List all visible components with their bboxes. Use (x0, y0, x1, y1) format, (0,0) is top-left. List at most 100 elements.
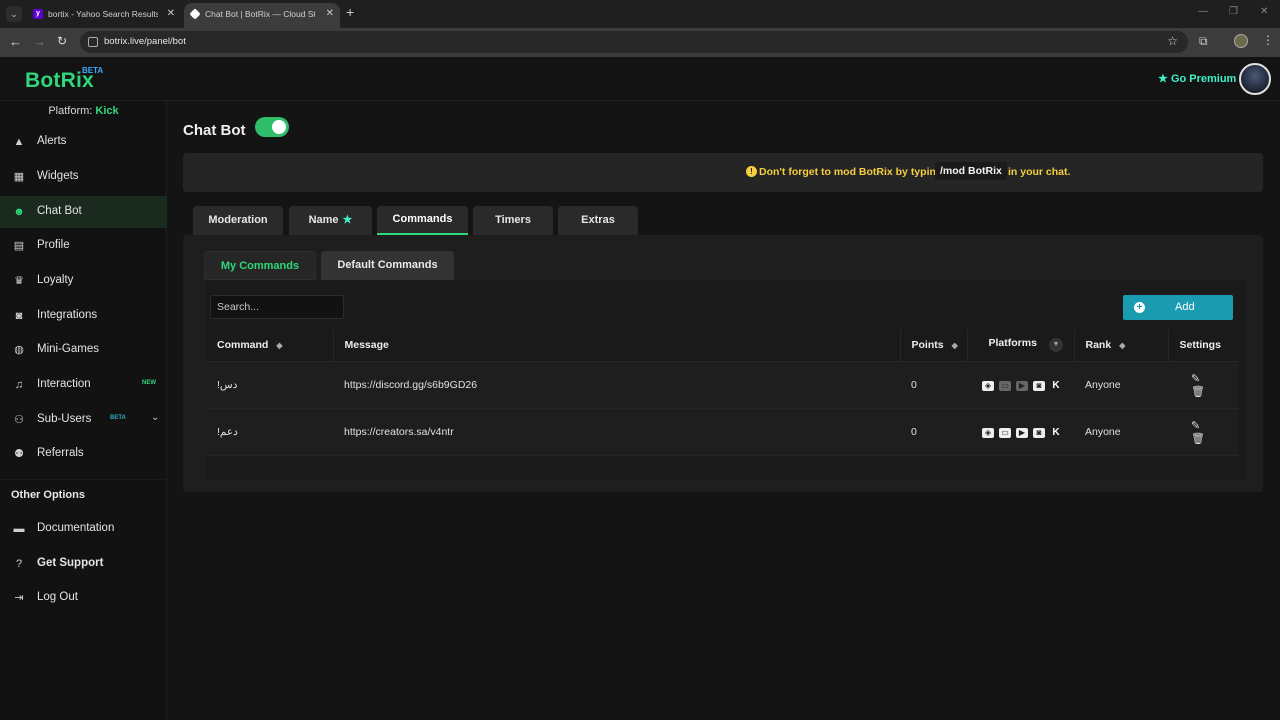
close-tab-icon[interactable]: ✕ (326, 3, 334, 25)
widgets-icon: ▦ (13, 171, 25, 183)
sort-icon[interactable]: ◆ (276, 341, 282, 350)
commands-table-container: + Add Command ◆ Message Points ◆ Platforms… (206, 280, 1246, 480)
add-label: Add (1175, 301, 1195, 313)
sidebar-item-alerts[interactable]: ▲ Alerts (0, 126, 167, 158)
platform-value[interactable]: Kick (95, 105, 118, 117)
plus-circle-icon: + (1134, 302, 1145, 313)
trash-icon[interactable]: 🗑 (1191, 432, 1205, 445)
close-tab-icon[interactable]: ✕ (167, 3, 175, 25)
tab-search-menu-icon[interactable]: ⌄ (6, 6, 22, 22)
commands-table: Command ◆ Message Points ◆ Platforms ▼ Rank… (206, 329, 1239, 456)
forward-icon[interactable]: → (33, 34, 46, 49)
user-group-icon: ⚉ (14, 448, 24, 460)
sidebar-item-chat-bot[interactable]: ☻ Chat Bot (0, 196, 167, 228)
subtab-default-commands[interactable]: Default Commands (321, 251, 454, 280)
chevron-down-icon[interactable]: ⌄ (151, 412, 159, 423)
tab-moderation[interactable]: Moderation (193, 206, 283, 235)
sidebar-item-mini-games[interactable]: ◍ Mini-Games (0, 334, 167, 366)
botrix-platform-icon[interactable]: ◈ (982, 380, 994, 391)
notice-text: Don't forget to mod BotRix by typing (759, 166, 943, 178)
message-cell: https://discord.gg/s6b9GD26 (333, 361, 900, 409)
tab-commands[interactable]: Commands (377, 206, 468, 235)
sidebar-item-documentation[interactable]: ▬ Documentation (0, 513, 167, 545)
column-label: Platforms (988, 337, 1037, 350)
bookmark-star-icon[interactable]: ☆ (1167, 34, 1178, 48)
browser-toolbar: ← → ↻ botrix.live/panel/bot ☆ (0, 28, 1280, 57)
discord-icon[interactable]: ◙ (1033, 380, 1045, 391)
table-row: !دعم https://creators.sa/v4ntr 0 ◈ ▭ ▶ ◙ K A… (206, 408, 1239, 456)
tab-label: Moderation (208, 214, 268, 226)
sidebar-item-integrations[interactable]: ◙ Integrations (0, 300, 167, 332)
kick-icon[interactable]: K (1050, 427, 1062, 438)
close-window-icon[interactable]: ✕ (1260, 6, 1268, 17)
go-premium-button[interactable]: ★ Go Premium (1158, 72, 1236, 85)
add-command-button[interactable]: + Add (1123, 295, 1233, 320)
exclamation-icon: ! (746, 166, 757, 177)
mod-reminder-notice: ! Don't forget to mod BotRix by typing /… (183, 153, 1263, 192)
toggle-knob (272, 120, 286, 134)
sidebar-item-loyalty[interactable]: ♛ Loyalty (0, 265, 167, 297)
twitch-icon[interactable]: ▭ (999, 427, 1011, 438)
tab-label: Name (308, 214, 339, 226)
column-header-points[interactable]: Points ◆ (899, 329, 967, 362)
trash-icon[interactable]: 🗑 (1191, 385, 1205, 398)
address-bar[interactable]: botrix.live/panel/bot ☆ (80, 31, 1188, 53)
sidebar-item-profile[interactable]: ▤ Profile (0, 230, 167, 262)
column-label: Settings (1179, 338, 1221, 351)
reload-icon[interactable]: ↻ (57, 34, 67, 48)
tab-label: Timers (495, 214, 531, 226)
sidebar-item-label: Profile (37, 239, 70, 251)
browser-tab-botrix[interactable]: Chat Bot | BotRix — Cloud Strea ✕ (184, 3, 340, 28)
youtube-icon[interactable]: ▶ (1016, 427, 1028, 438)
restore-icon[interactable]: ❐ (1229, 6, 1238, 17)
youtube-icon[interactable]: ▶ (1016, 380, 1028, 391)
browser-profile-avatar[interactable] (1234, 34, 1248, 48)
points-cell: 0 (900, 361, 967, 409)
edit-icon[interactable]: ✎ (1191, 372, 1200, 385)
star-icon: ★ (1158, 73, 1168, 85)
chat-bot-enable-toggle[interactable] (255, 117, 289, 137)
minimize-icon[interactable]: — (1198, 6, 1208, 17)
tab-extras[interactable]: Extras (558, 206, 638, 235)
edit-icon[interactable]: ✎ (1191, 419, 1200, 432)
tab-timers[interactable]: Timers (473, 206, 553, 235)
column-header-rank[interactable]: Rank ◆ (1073, 329, 1168, 362)
logout-icon: ⇥ (14, 592, 24, 604)
app-header: BotRix BETA ★ Go Premium (0, 57, 1280, 101)
sort-icon[interactable]: ◆ (1119, 341, 1125, 350)
browser-menu-icon[interactable]: ⋮ (1262, 33, 1274, 47)
extensions-icon[interactable]: ⧉ (1199, 34, 1208, 49)
sort-icon[interactable]: ◆ (952, 341, 958, 350)
sidebar-item-referrals[interactable]: ⚉ Referrals (0, 438, 167, 470)
browser-tab-yahoo[interactable]: y bortix - Yahoo Search Results ✕ (27, 3, 181, 28)
twitch-icon[interactable]: ▭ (999, 380, 1011, 391)
botrix-platform-icon[interactable]: ◈ (982, 427, 994, 438)
message-cell: https://creators.sa/v4ntr (333, 408, 900, 456)
trophy-icon: ♛ (14, 275, 24, 287)
tab-name[interactable]: Name ★ (289, 206, 372, 235)
sidebar-item-interaction[interactable]: ♫ Interaction NEW (0, 369, 167, 401)
robot-icon: ☻ (13, 206, 25, 218)
tab-label: Extras (581, 214, 615, 226)
filter-icon[interactable]: ▼ (1048, 338, 1063, 353)
site-info-icon[interactable] (88, 37, 98, 47)
column-header-platforms: Platforms ▼ (966, 329, 1074, 362)
discord-icon[interactable]: ◙ (1033, 427, 1045, 438)
sidebar-item-widgets[interactable]: ▦ Widgets (0, 161, 167, 193)
sidebar-item-label: Documentation (37, 522, 115, 534)
sidebar-item-label: Loyalty (37, 274, 74, 286)
kick-icon[interactable]: K (1050, 380, 1062, 391)
sidebar-item-sub-users[interactable]: ⚇ Sub-Users BETA ⌄ (0, 404, 167, 436)
search-input[interactable] (210, 295, 344, 319)
music-icon: ♫ (14, 379, 24, 391)
column-header-command[interactable]: Command ◆ (206, 329, 333, 362)
user-avatar[interactable] (1239, 63, 1271, 95)
points-cell: 0 (900, 408, 967, 456)
column-header-message: Message (332, 329, 900, 362)
sidebar-item-log-out[interactable]: ⇥ Log Out (0, 582, 167, 614)
settings-cell: ✎🗑 (1168, 361, 1239, 409)
back-icon[interactable]: ← (9, 34, 22, 49)
sidebar-item-get-support[interactable]: ? Get Support (0, 548, 167, 580)
subtab-my-commands[interactable]: My Commands (204, 251, 316, 280)
new-tab-icon[interactable]: + (346, 4, 354, 20)
